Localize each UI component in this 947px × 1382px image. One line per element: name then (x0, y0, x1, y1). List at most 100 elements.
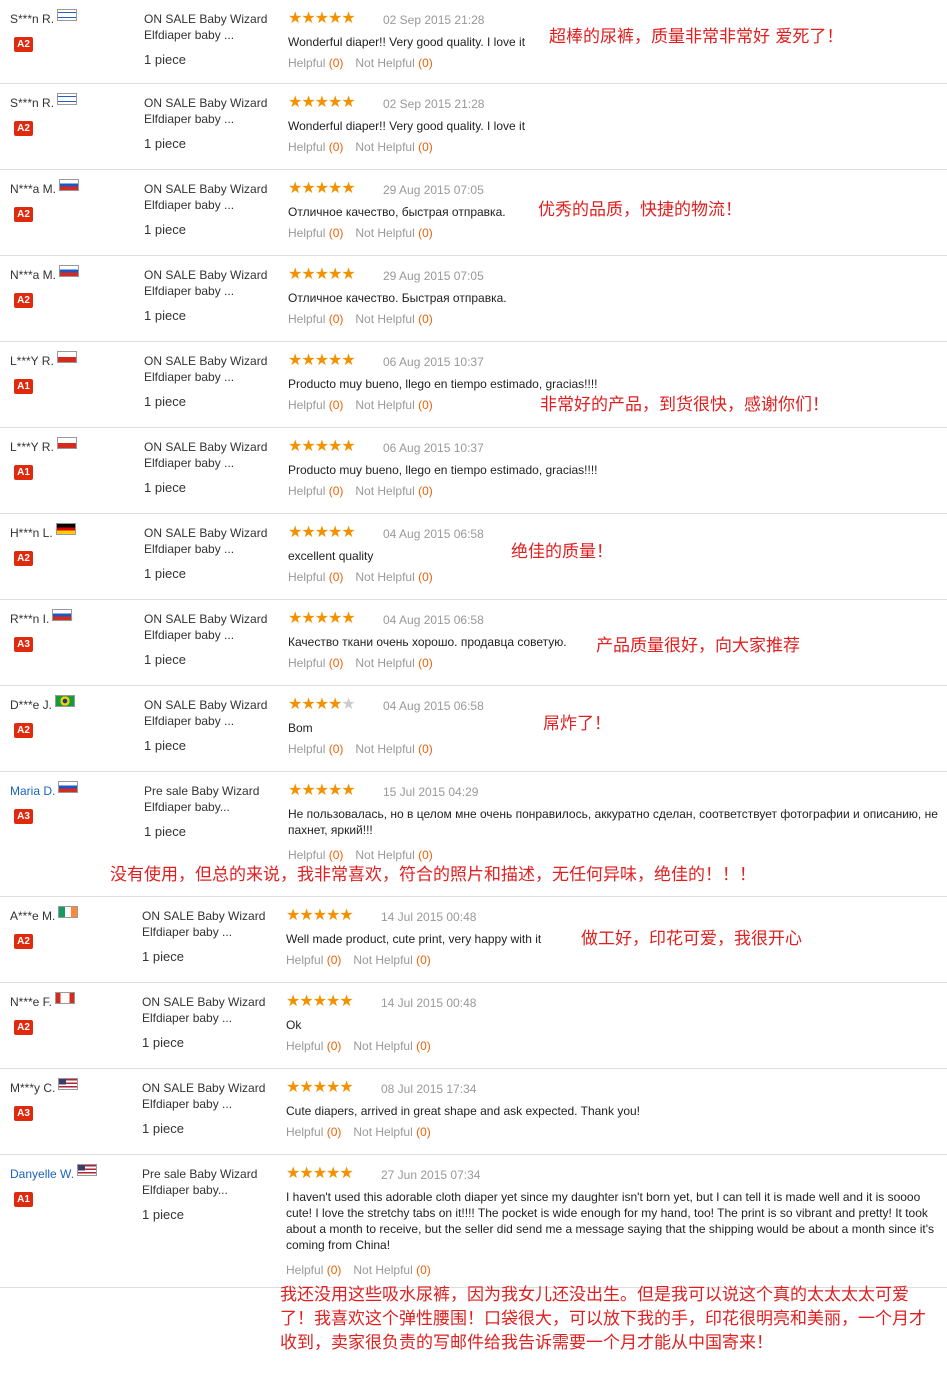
helpful-button[interactable]: Helpful (0) (288, 848, 343, 862)
not-helpful-button[interactable]: Not Helpful (0) (355, 398, 432, 412)
star-icon: ★ (286, 993, 300, 1010)
flag-chile-icon (56, 437, 77, 449)
not-helpful-button[interactable]: Not Helpful (0) (355, 656, 432, 670)
quantity: 1 piece (144, 824, 186, 839)
star-icon: ★ (301, 94, 315, 111)
helpful-button[interactable]: Helpful (0) (288, 140, 343, 154)
helpful-button[interactable]: Helpful (0) (288, 56, 343, 70)
star-icon: ★ (339, 1079, 353, 1096)
not-helpful-button[interactable]: Not Helpful (0) (355, 848, 432, 862)
flag-chile-icon (56, 351, 77, 363)
star-icon: ★ (341, 696, 355, 713)
product-link[interactable]: ON SALE Baby Wizard Elfdiaper baby ... (144, 267, 279, 299)
review-text: Cute diapers, arrived in great shape and… (286, 1104, 640, 1118)
helpful-button[interactable]: Helpful (0) (288, 398, 343, 412)
product-link[interactable]: ON SALE Baby Wizard Elfdiaper baby ... (144, 697, 279, 729)
review-date: 04 Aug 2015 06:58 (383, 613, 484, 627)
not-helpful-button[interactable]: Not Helpful (0) (355, 140, 432, 154)
reviewer-name: R***n I. (10, 609, 73, 626)
not-helpful-button[interactable]: Not Helpful (0) (355, 570, 432, 584)
product-link[interactable]: ON SALE Baby Wizard Elfdiaper baby ... (144, 525, 279, 557)
reviewer-name[interactable]: Maria D. (10, 781, 79, 798)
helpful-button[interactable]: Helpful (0) (288, 226, 343, 240)
helpful-row: Helpful (0) Not Helpful (0) (288, 398, 433, 412)
not-helpful-button[interactable]: Not Helpful (0) (355, 742, 432, 756)
reviewer-name: L***Y R. (10, 437, 77, 454)
not-helpful-button[interactable]: Not Helpful (0) (355, 312, 432, 326)
star-icon: ★ (288, 94, 302, 111)
star-icon: ★ (328, 266, 342, 283)
product-link[interactable]: ON SALE Baby Wizard Elfdiaper baby ... (142, 994, 277, 1026)
flag-israel-icon (57, 9, 78, 21)
rating-stars: ★★★★★ (288, 181, 356, 197)
not-helpful-button[interactable]: Not Helpful (0) (353, 953, 430, 967)
product-link[interactable]: Pre sale Baby Wizard Elfdiaper baby... (142, 1166, 277, 1198)
product-link[interactable]: ON SALE Baby Wizard Elfdiaper baby ... (144, 11, 279, 43)
reviewer-name[interactable]: Danyelle W. (10, 1164, 98, 1181)
helpful-row: Helpful (0) Not Helpful (0) (286, 1039, 431, 1053)
not-helpful-button[interactable]: Not Helpful (0) (353, 1039, 430, 1053)
not-helpful-button[interactable]: Not Helpful (0) (355, 56, 432, 70)
helpful-button[interactable]: Helpful (0) (288, 312, 343, 326)
product-link[interactable]: ON SALE Baby Wizard Elfdiaper baby ... (144, 353, 279, 385)
review-text: Ok (286, 1018, 302, 1032)
review-date: 08 Jul 2015 17:34 (381, 1082, 477, 1096)
star-icon: ★ (314, 696, 329, 713)
star-icon: ★ (341, 352, 355, 369)
annotation-8: 做工好，印花可爱，我很开心 (581, 929, 802, 949)
helpful-button[interactable]: Helpful (0) (286, 1125, 341, 1139)
quantity: 1 piece (144, 308, 186, 323)
product-link[interactable]: ON SALE Baby Wizard Elfdiaper baby ... (142, 1080, 277, 1112)
star-icon: ★ (326, 1079, 340, 1096)
not-helpful-button[interactable]: Not Helpful (0) (355, 484, 432, 498)
rating-stars: ★★★★★ (288, 696, 356, 713)
helpful-button[interactable]: Helpful (0) (286, 953, 341, 967)
buyer-level-badge: A2 (14, 1020, 33, 1035)
reviewer-name: H***n L. (10, 523, 76, 540)
product-link[interactable]: Pre sale Baby Wizard Elfdiaper baby... (144, 783, 279, 815)
product-link[interactable]: ON SALE Baby Wizard Elfdiaper baby ... (144, 181, 279, 213)
star-icon: ★ (301, 352, 315, 369)
flag-russia-icon (52, 609, 73, 621)
star-icon: ★ (301, 10, 315, 27)
quantity: 1 piece (144, 222, 186, 237)
star-icon: ★ (314, 94, 329, 111)
flag-brazil-icon (55, 695, 76, 707)
review-date: 14 Jul 2015 00:48 (381, 910, 477, 924)
helpful-button[interactable]: Helpful (0) (286, 1263, 341, 1277)
product-link[interactable]: ON SALE Baby Wizard Elfdiaper baby ... (144, 611, 279, 643)
helpful-row: Helpful (0) Not Helpful (0) (288, 312, 433, 326)
buyer-level-badge: A2 (14, 207, 33, 222)
quantity: 1 piece (144, 738, 186, 753)
star-icon: ★ (326, 1165, 340, 1182)
rating-stars: ★★★★★ (286, 993, 354, 1010)
helpful-button[interactable]: Helpful (0) (286, 1039, 341, 1053)
helpful-button[interactable]: Helpful (0) (288, 484, 343, 498)
not-helpful-button[interactable]: Not Helpful (0) (355, 226, 432, 240)
reviewer-name: D***e J. (10, 695, 76, 712)
helpful-button[interactable]: Helpful (0) (288, 742, 343, 756)
quantity: 1 piece (144, 480, 186, 495)
quantity: 1 piece (144, 136, 186, 151)
buyer-level-badge: A3 (14, 1106, 33, 1121)
star-icon: ★ (288, 696, 302, 713)
product-link[interactable]: ON SALE Baby Wizard Elfdiaper baby ... (142, 908, 277, 940)
star-icon: ★ (301, 266, 315, 283)
not-helpful-button[interactable]: Not Helpful (0) (353, 1125, 430, 1139)
star-icon: ★ (299, 1165, 313, 1182)
star-icon: ★ (288, 10, 302, 27)
rating-stars: ★★★★★ (288, 266, 356, 283)
product-link[interactable]: ON SALE Baby Wizard Elfdiaper baby ... (144, 95, 279, 127)
star-icon: ★ (288, 782, 302, 799)
rating-stars: ★★★★★ (288, 611, 356, 627)
star-icon: ★ (326, 993, 340, 1010)
rating-stars: ★★★★★ (288, 439, 356, 455)
rating-stars: ★★★★★ (286, 1165, 354, 1182)
product-link[interactable]: ON SALE Baby Wizard Elfdiaper baby ... (144, 439, 279, 471)
helpful-button[interactable]: Helpful (0) (288, 656, 343, 670)
helpful-button[interactable]: Helpful (0) (288, 570, 343, 584)
not-helpful-button[interactable]: Not Helpful (0) (353, 1263, 430, 1277)
review-date: 29 Aug 2015 07:05 (383, 183, 484, 197)
reviewer-name: N***a M. (10, 179, 80, 196)
star-icon: ★ (341, 10, 355, 27)
